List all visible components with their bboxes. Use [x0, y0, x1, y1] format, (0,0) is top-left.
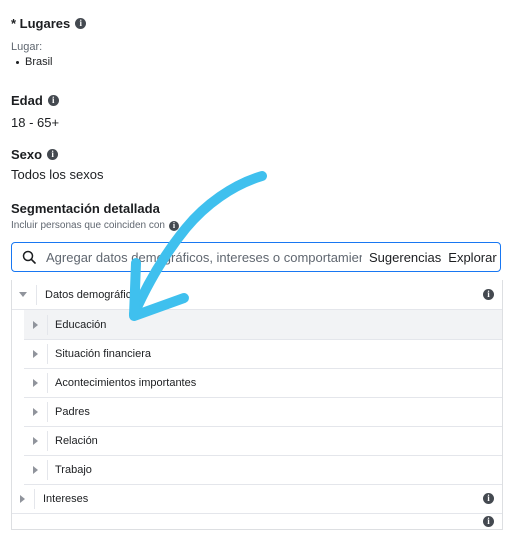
detailed-title-text: Segmentación detallada: [11, 201, 160, 216]
sex-title-text: Sexo: [11, 147, 43, 162]
info-icon[interactable]: i: [483, 516, 494, 527]
search-icon: [22, 250, 36, 264]
chevron-right-icon[interactable]: [33, 349, 38, 358]
divider: [47, 459, 48, 480]
tree-item-relationship[interactable]: Relación: [24, 426, 502, 456]
places-label: Lugar:: [11, 41, 43, 53]
chevron-right-icon[interactable]: [33, 378, 38, 387]
detailed-subtitle: Incluir personas que coinciden con i: [11, 220, 179, 231]
tree-item-label: Educación: [55, 318, 107, 331]
info-icon[interactable]: i: [483, 289, 494, 300]
age-value: 18 - 65+: [11, 115, 60, 130]
info-icon[interactable]: i: [47, 95, 59, 106]
sex-title: Sexo i: [11, 147, 59, 162]
divider: [47, 314, 48, 335]
detailed-subtitle-text: Incluir personas que coinciden con: [11, 220, 165, 231]
search-input[interactable]: [46, 249, 362, 265]
tree-item-label: Relación: [55, 434, 98, 447]
detailed-title: Segmentación detallada: [11, 201, 160, 216]
divider: [36, 284, 37, 305]
divider: [47, 401, 48, 422]
explore-button[interactable]: Explorar: [448, 250, 496, 265]
divider: [47, 343, 48, 364]
tree-item-label: Acontecimientos importantes: [55, 376, 197, 389]
suggestions-button[interactable]: Sugerencias: [369, 250, 441, 265]
tree-item-education[interactable]: Educación: [24, 310, 502, 340]
chevron-right-icon[interactable]: [33, 465, 38, 474]
chevron-right-icon[interactable]: [33, 407, 38, 416]
places-title: * Lugares i: [11, 16, 87, 31]
detailed-targeting-search[interactable]: Sugerencias Explorar: [11, 242, 501, 272]
chevron-down-icon[interactable]: [19, 292, 27, 297]
chevron-right-icon[interactable]: [20, 494, 25, 503]
tree-item-label: Padres: [55, 405, 90, 418]
tree-item-label: Trabajo: [55, 463, 92, 476]
info-icon[interactable]: i: [168, 220, 179, 231]
tree-item-life-events[interactable]: Acontecimientos importantes: [24, 368, 502, 398]
tree-item-work[interactable]: Trabajo: [24, 455, 502, 485]
info-icon[interactable]: i: [47, 149, 59, 160]
explore-dropdown: Datos demográficos i Educación Situación…: [11, 280, 503, 530]
info-icon[interactable]: i: [75, 18, 87, 29]
places-list-item: Brasil: [16, 56, 53, 68]
tree-item-label: Situación financiera: [55, 347, 152, 360]
place-value: Brasil: [25, 56, 53, 68]
tree-item-label: Intereses: [43, 492, 89, 505]
divider: [47, 372, 48, 393]
tree-item-demographics[interactable]: Datos demográficos i: [12, 280, 502, 310]
chevron-right-icon[interactable]: [33, 320, 38, 329]
tree-item-interests[interactable]: Intereses i: [12, 484, 502, 514]
age-title-text: Edad: [11, 93, 43, 108]
info-icon[interactable]: i: [483, 493, 494, 504]
tree-item-financial[interactable]: Situación financiera: [24, 339, 502, 369]
places-title-text: * Lugares: [11, 16, 71, 31]
bullet-icon: [16, 60, 19, 64]
tree-item-next[interactable]: i: [12, 514, 502, 543]
sex-value: Todos los sexos: [11, 167, 104, 182]
tree-item-label: Datos demográficos: [45, 288, 143, 301]
divider: [34, 488, 35, 509]
age-title: Edad i: [11, 93, 59, 108]
divider: [47, 430, 48, 451]
tree-item-parents[interactable]: Padres: [24, 397, 502, 427]
chevron-right-icon[interactable]: [33, 436, 38, 445]
